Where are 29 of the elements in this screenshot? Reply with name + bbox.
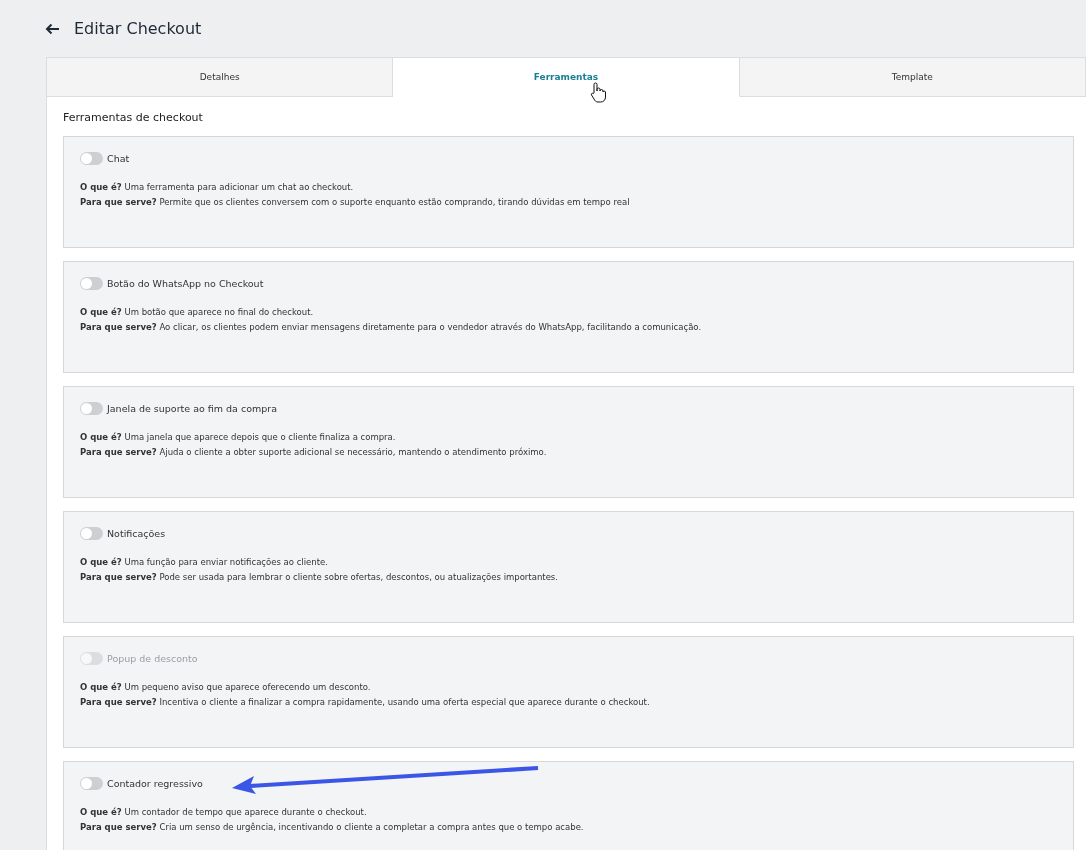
toggle-switch[interactable] (80, 277, 103, 290)
tool-description: O que é? Um pequeno aviso que aparece oferecendo um desconto. (80, 682, 372, 692)
tool-description: O que é? Uma função para enviar notificações ao cliente. (80, 557, 329, 567)
tool-label: Janela de suporte ao fim da compra (107, 403, 277, 414)
tool-purpose: Para que serve? Permite que os clientes conversem com o suporte enquanto estão comprando, tirando dúvidas em tempo real (80, 197, 631, 207)
tool-description: O que é? Um botão que aparece no final do checkout. (80, 307, 315, 317)
toggle-switch[interactable] (80, 402, 103, 415)
toggle-switch[interactable] (80, 152, 103, 165)
section-title: Ferramentas de checkout (63, 111, 204, 124)
tool-purpose: Para que serve? Pode ser usada para lembrar o cliente sobre ofertas, descontos, ou atualizações importantes. (80, 572, 559, 582)
tool-description: O que é? Uma ferramenta para adicionar um chat ao checkout. (80, 182, 355, 192)
tool-purpose: Para que serve? Ao clicar, os clientes podem enviar mensagens diretamente para o vendedor através do WhatsApp, facilitando a comunicação. (80, 322, 703, 332)
pointer-hand-icon (590, 82, 606, 104)
tab[interactable]: Template (739, 58, 1086, 97)
back-arrow-icon[interactable] (45, 22, 60, 35)
page-title: Editar Checkout (74, 19, 202, 38)
tool-label: Notificações (107, 528, 166, 539)
tool-purpose: Para que serve? Cria um senso de urgência, incentivando o cliente a completar a compra antes que o tempo acabe. (80, 822, 585, 832)
toggle-switch[interactable] (80, 527, 103, 540)
tool-description: O que é? Um contador de tempo que aparece durante o checkout. (80, 807, 368, 817)
tool-purpose: Para que serve? Ajuda o cliente a obter suporte adicional se necessário, mantendo o atendimento próximo. (80, 447, 548, 457)
tool-purpose: Para que serve? Incentiva o cliente a finalizar a compra rapidamente, usando uma oferta especial que aparece durante o checkout. (80, 697, 651, 707)
tool-label: Popup de desconto (107, 653, 198, 664)
tool-label: Botão do WhatsApp no Checkout (107, 278, 264, 289)
toggle-switch[interactable] (80, 777, 103, 790)
tool-label: Contador regressivo (107, 778, 203, 789)
tool-description: O que é? Uma janela que aparece depois que o cliente finaliza a compra. (80, 432, 397, 442)
tool-label: Chat (107, 153, 130, 164)
tab[interactable]: Detalhes (47, 58, 394, 97)
